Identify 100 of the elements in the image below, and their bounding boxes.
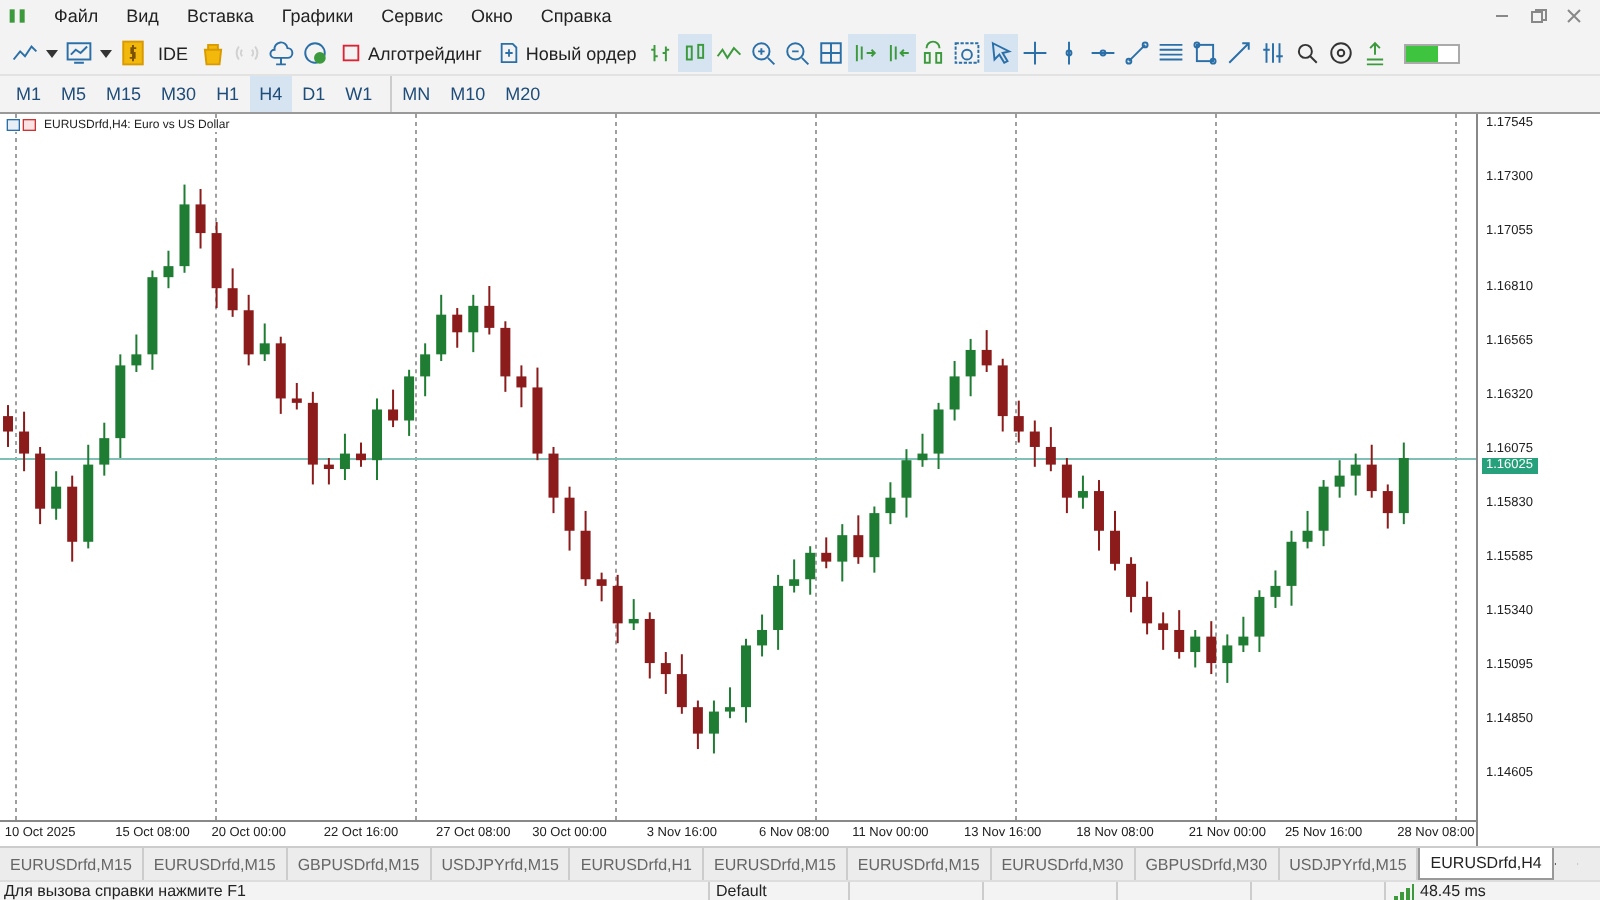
candlestick (259, 323, 270, 363)
candlestick (484, 285, 495, 337)
menu-item[interactable]: Вставка (172, 6, 268, 27)
menu-item[interactable]: Графики (267, 6, 368, 27)
menu-item[interactable]: Сервис (367, 6, 457, 27)
candlestick (323, 457, 334, 487)
timeframe-button[interactable]: D1 (292, 76, 336, 113)
restore-icon[interactable] (1528, 6, 1548, 27)
candlestick (901, 448, 912, 520)
candlestick (1158, 611, 1169, 652)
candlestick (821, 536, 832, 570)
candlestick (3, 404, 14, 449)
timeframe-button[interactable]: M20 (495, 76, 551, 113)
candlestick (1238, 616, 1249, 654)
timeframe-button[interactable]: M15 (96, 76, 152, 113)
candlestick (853, 514, 864, 566)
app-logo-icon (8, 6, 28, 27)
candlestick (1190, 629, 1201, 670)
candlestick (676, 653, 687, 716)
timeframe-button[interactable]: M10 (440, 76, 496, 113)
candlestick (773, 574, 784, 652)
chart-tab[interactable]: EURUSDrfd,M15 (143, 848, 288, 880)
candlestick (19, 411, 30, 473)
signal-strength-icon (1394, 883, 1414, 899)
candlestick (388, 389, 399, 429)
cursor-icon[interactable] (984, 34, 1019, 73)
candlestick (1286, 530, 1297, 608)
chart-tab[interactable]: USDJPYrfd,M15 (431, 848, 571, 880)
timeframe-button[interactable]: M1 (6, 76, 52, 113)
candlestick (612, 574, 623, 645)
new-order-button[interactable]: Новый ордер (489, 34, 645, 73)
candlestick (933, 402, 944, 471)
candlestick (981, 329, 992, 374)
candlestick (452, 307, 463, 350)
candlestick (1029, 420, 1040, 469)
ping-text: 48.45 ms (1420, 882, 1486, 900)
close-icon[interactable] (1564, 6, 1584, 27)
candlestick (227, 267, 238, 319)
timeframe-button[interactable]: W1 (335, 76, 383, 113)
candlestick (1045, 426, 1056, 473)
candlestick (564, 486, 575, 553)
candlestick (837, 523, 848, 584)
candlestick (468, 294, 479, 354)
candlestick (1013, 400, 1024, 445)
candlestick (1222, 633, 1233, 685)
timeframe-button[interactable]: H4 (249, 76, 293, 113)
chart-window-icon (6, 118, 38, 133)
candlestick (660, 651, 671, 696)
candlestick (965, 338, 976, 398)
candlestick (339, 433, 350, 482)
algo-trading-button[interactable]: Алготрейдинг (332, 34, 490, 73)
candlestick (1174, 609, 1185, 661)
chart-tab[interactable]: GBPUSDrfd,M30 (1135, 848, 1280, 880)
menu-item[interactable]: Окно (457, 6, 527, 27)
chart-tab[interactable]: EURUSDrfd,H1 (570, 848, 704, 880)
candlestick (1093, 479, 1104, 553)
candlestick (1366, 444, 1377, 500)
candlestick (757, 614, 768, 659)
candlestick (1110, 510, 1121, 573)
chart-tab[interactable]: EURUSDrfd,M15 (0, 848, 144, 880)
timeframe-button[interactable]: H1 (206, 76, 250, 113)
timeframe-button[interactable]: M5 (51, 76, 97, 113)
candlestick (131, 334, 142, 374)
chart-tab[interactable]: EURUSDrfd,M30 (991, 848, 1136, 880)
candlestick (692, 700, 703, 751)
timeframe-button[interactable]: M30 (151, 76, 207, 113)
menu-item[interactable]: Справка (526, 6, 626, 27)
candlestick (917, 433, 928, 469)
candlestick (1061, 457, 1072, 515)
chart-tab[interactable]: EURUSDrfd,M15 (847, 848, 992, 880)
candlestick (1334, 459, 1345, 500)
candlestick (805, 545, 816, 597)
shift-icon[interactable] (882, 34, 917, 73)
candles-icon[interactable] (678, 34, 713, 73)
chart-tab[interactable]: EURUSDrfd,H4 (1418, 848, 1554, 880)
candlestick (708, 700, 719, 756)
candlestick (1318, 479, 1329, 548)
candlestick (291, 382, 302, 412)
candlestick (596, 572, 607, 603)
candlestick (1206, 620, 1217, 676)
chart-tab[interactable]: GBPUSDrfd,M15 (287, 848, 432, 880)
candlestick (99, 422, 110, 478)
autoscroll-icon[interactable] (848, 34, 883, 73)
candlestick (1142, 581, 1153, 636)
candlestick (628, 598, 639, 632)
menu-item[interactable]: Вид (112, 6, 173, 27)
candlestick (516, 364, 527, 409)
candlestick (243, 294, 254, 367)
candlestick (1126, 556, 1137, 614)
candlestick (1254, 589, 1265, 654)
candlestick (420, 342, 431, 398)
candlestick (1350, 453, 1361, 498)
candlestick (1270, 570, 1281, 610)
candlestick (949, 360, 960, 423)
candlestick (548, 446, 559, 515)
candlestick (724, 686, 735, 720)
candlestick (1077, 475, 1088, 511)
chart-tab[interactable]: EURUSDrfd,M15 (703, 848, 848, 880)
menu-item[interactable]: Файл (40, 6, 113, 27)
ide-button[interactable]: IDE (150, 34, 197, 73)
